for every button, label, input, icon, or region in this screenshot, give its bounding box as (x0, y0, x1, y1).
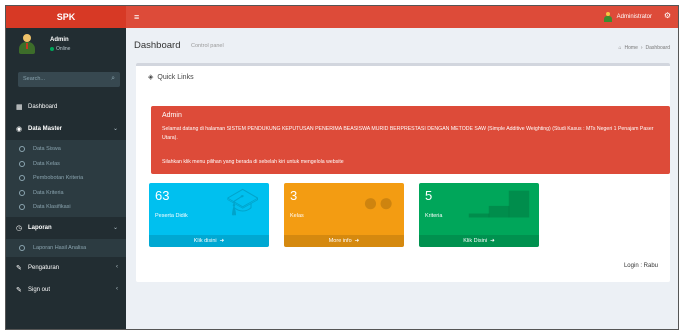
tile-peserta-didik: 🎓︎ 63 Peserta Didik Klik disini ➜ (149, 183, 269, 247)
subitem-label: Data Klasifikasi (33, 204, 71, 211)
wrench-icon: ✎ (16, 265, 22, 272)
tile-label: Kelas (290, 213, 304, 219)
user-menu-label: Administrator (616, 14, 652, 20)
sidebar-item-label: Data Master (28, 126, 63, 132)
user-status-label: Online (56, 46, 71, 52)
login-info: Login : Rabu (623, 263, 658, 269)
chevron-left-icon: ‹ (116, 286, 118, 292)
sidebar-subitem-data-siswa[interactable]: Data Siswa (6, 142, 126, 157)
search-input[interactable]: Search... (23, 76, 45, 82)
tag-icon: ◈ (148, 74, 154, 81)
sidebar-item-laporan[interactable]: ◷ Laporan ⌄ (6, 217, 126, 239)
user-avatar-icon (603, 12, 612, 22)
users-icon: ●● (362, 187, 394, 217)
tile-link-label: Klik disini (193, 238, 217, 244)
main-content: Dashboard Control panel ⌂ Home › Dashboa… (126, 28, 678, 329)
sidebar-subitem-data-kriteria[interactable]: Data Kriteria (6, 186, 126, 201)
breadcrumb-current: Dashboard (645, 45, 670, 51)
user-panel: Admin Online (6, 28, 126, 62)
tile-kriteria: ▁▃▇ 5 Kriteria Klik Disini ➜ (419, 183, 539, 247)
tile-link-label: More info (328, 238, 352, 244)
app-logo[interactable]: SPK (6, 6, 126, 28)
breadcrumb: ⌂ Home › Dashboard (618, 45, 670, 51)
user-status: Online (50, 46, 70, 52)
box-title: ◈ Quick Links (148, 73, 194, 82)
app-window: SPK ≡ Administrator ⚙ Admin Online Searc… (5, 5, 679, 330)
arrow-circle-right-icon: ➜ (490, 238, 495, 244)
page-title: Dashboard (134, 40, 181, 51)
sidebar-item-label: Laporan (28, 224, 52, 231)
callout-text: Selamat datang di halaman SISTEM PENDUKU… (162, 126, 654, 141)
circle-icon (19, 160, 25, 167)
chevron-down-icon: ⌄ (112, 224, 118, 231)
tile-count: 63 (155, 188, 170, 203)
quick-links-box: ◈ Quick Links Admin Selamat datang di hal… (136, 63, 670, 282)
gears-icon[interactable]: ⚙ (664, 11, 671, 20)
home-icon: ⌂ (618, 45, 622, 51)
sidebar: Admin Online Search... ⌕ ▦ Dashboard ◉ Dat… (6, 28, 126, 329)
tile-kelas: ●● 3 Kelas More info ➜ (284, 183, 404, 247)
sidebar-subitem-data-klasifikasi[interactable]: Data Klasifikasi (6, 200, 126, 215)
sidebar-item-label: Sign out (28, 287, 51, 293)
chevron-down-icon: ⌄ (112, 126, 118, 132)
sidebar-item-dashboard[interactable]: ▦ Dashboard (6, 96, 126, 118)
logo-text: SPK (56, 12, 76, 22)
breadcrumb-separator: › (640, 45, 643, 51)
subitem-label: Pembobotan Kriteria (33, 175, 84, 182)
data-master-submenu: Data Siswa Data Kelas Pembobotan Kriteri… (6, 140, 126, 217)
subitem-label: Data Kelas (33, 160, 60, 167)
laporan-submenu: Laporan Hasil Analisa (6, 238, 126, 257)
user-name: Admin (50, 37, 69, 43)
avatar (18, 34, 36, 54)
circle-icon (19, 146, 25, 153)
tile-link[interactable]: Klik disini ➜ (149, 235, 269, 247)
sidebar-menu: ▦ Dashboard ◉ Data Master ⌄ Data Siswa Data… (6, 96, 126, 301)
search-icon[interactable]: ⌕ (111, 75, 115, 83)
tile-label: Peserta Didik (155, 213, 188, 219)
chevron-left-icon: ‹ (116, 264, 118, 270)
sidebar-subitem-pembobotan-kriteria[interactable]: Pembobotan Kriteria (6, 171, 126, 186)
tile-link[interactable]: More info ➜ (284, 235, 404, 247)
graduation-cap-icon: 🎓︎ (225, 187, 259, 217)
subitem-label: Data Kriteria (33, 189, 64, 196)
online-dot-icon (50, 47, 54, 51)
sidebar-item-data-master[interactable]: ◉ Data Master ⌄ (6, 118, 126, 140)
arrow-circle-right-icon: ➜ (354, 238, 360, 244)
box-title-label: Quick Links (157, 73, 194, 81)
sidebar-search[interactable]: Search... ⌕ (18, 72, 120, 87)
welcome-callout: Admin Selamat datang di halaman SISTEM P… (151, 106, 670, 174)
sidebar-subitem-laporan-hasil-analisa[interactable]: Laporan Hasil Analisa (6, 241, 126, 256)
dashboard-icon: ▦ (16, 104, 23, 111)
tile-count: 3 (290, 188, 298, 203)
breadcrumb-home[interactable]: Home (625, 45, 638, 51)
circle-icon (19, 175, 25, 182)
sidebar-item-sign-out[interactable]: ✎ Sign out ‹ (6, 279, 126, 301)
tile-link[interactable]: Klik Disini ➜ (419, 235, 539, 247)
history-icon: ◷ (16, 224, 23, 232)
wrench-icon: ✎ (16, 287, 22, 294)
sidebar-item-pengaturan[interactable]: ✎ Pengaturan ‹ (6, 257, 126, 279)
tile-label: Kriteria (425, 213, 443, 219)
tile-count: 5 (425, 188, 433, 203)
sidebar-toggle-icon[interactable]: ≡ (134, 12, 139, 22)
circle-icon (19, 189, 25, 196)
sidebar-subitem-data-kelas[interactable]: Data Kelas (6, 157, 126, 172)
top-navbar: ≡ Administrator ⚙ (126, 6, 678, 28)
arrow-circle-right-icon: ➜ (219, 238, 225, 244)
callout-note: Silahkan klik menu pilihan yang berada d… (162, 159, 344, 165)
tile-link-label: Klik Disini (463, 238, 488, 244)
subitem-label: Data Siswa (33, 146, 61, 153)
database-icon: ◉ (16, 126, 23, 133)
circle-icon (19, 204, 25, 211)
sidebar-item-label: Dashboard (28, 104, 58, 110)
circle-icon (19, 244, 25, 251)
user-menu[interactable]: Administrator (603, 12, 652, 22)
sidebar-item-label: Pengaturan (28, 265, 60, 271)
callout-title: Admin (162, 112, 182, 119)
page-subtitle: Control panel (191, 43, 224, 49)
subitem-label: Laporan Hasil Analisa (33, 244, 87, 251)
bar-chart-icon: ▁▃▇ (469, 187, 529, 217)
